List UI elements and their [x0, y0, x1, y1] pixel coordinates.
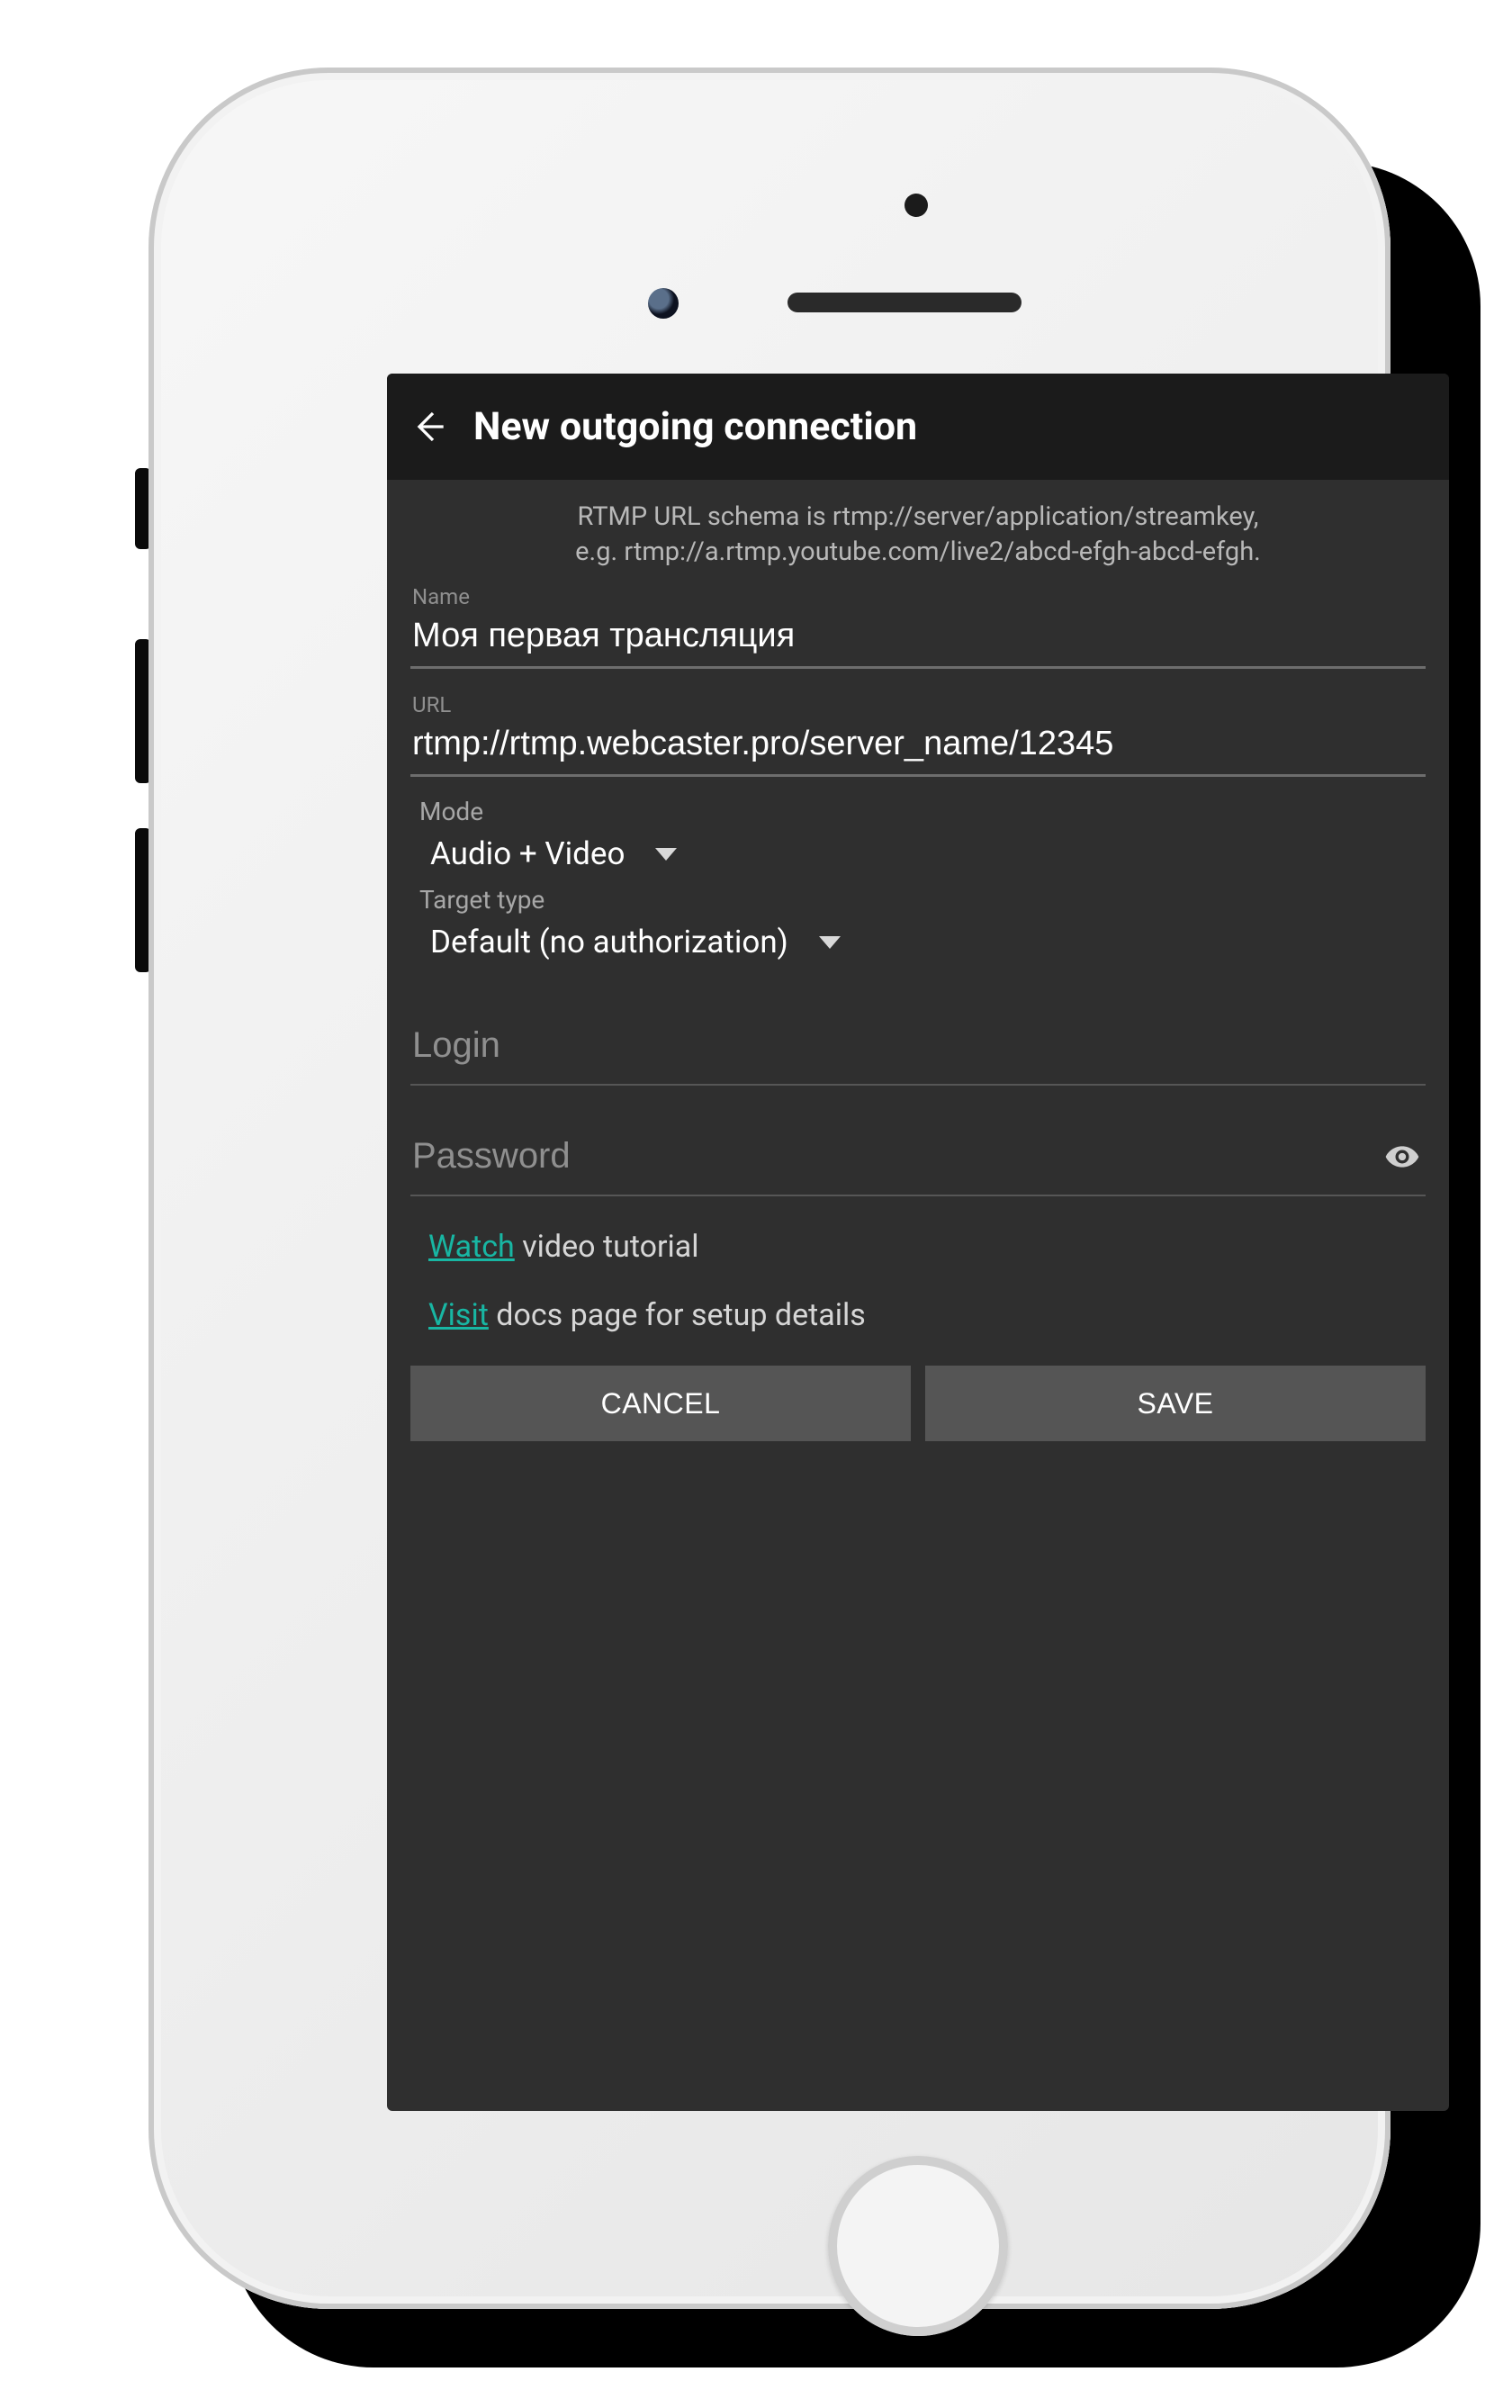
target-type-value: Default (no authorization) — [430, 924, 788, 960]
name-field: Name — [410, 584, 1426, 669]
earpiece-speaker-icon — [788, 293, 1022, 312]
password-field — [410, 1116, 1426, 1196]
url-field: URL — [410, 692, 1426, 777]
front-camera-icon — [648, 288, 679, 319]
home-button[interactable] — [828, 2156, 1008, 2336]
rtmp-hint: RTMP URL schema is rtmp://server/applica… — [410, 496, 1426, 579]
phone-frame: New outgoing connection RTMP URL schema … — [148, 68, 1390, 2309]
help-links: Watch video tutorial Visit docs page for… — [410, 1196, 1426, 1333]
watch-link[interactable]: Watch — [428, 1229, 515, 1265]
login-field — [410, 1006, 1426, 1086]
mode-select[interactable]: Mode Audio + Video — [410, 797, 1426, 879]
save-button[interactable]: SAVE — [925, 1366, 1426, 1441]
caret-down-icon — [655, 848, 677, 861]
cancel-button[interactable]: CANCEL — [410, 1366, 911, 1441]
eye-icon[interactable] — [1382, 1137, 1422, 1177]
app-screen: New outgoing connection RTMP URL schema … — [387, 374, 1449, 2111]
mode-value: Audio + Video — [430, 835, 625, 872]
visit-docs-row: Visit docs page for setup details — [428, 1297, 1418, 1333]
target-type-label: Target type — [419, 885, 1426, 915]
mode-label: Mode — [419, 797, 1426, 826]
url-label: URL — [410, 692, 1426, 717]
login-input[interactable] — [410, 1006, 1426, 1086]
visit-rest: docs page for setup details — [489, 1297, 866, 1333]
caret-down-icon — [819, 936, 841, 949]
password-input[interactable] — [410, 1116, 1426, 1196]
back-arrow-icon[interactable] — [409, 407, 448, 446]
watch-rest: video tutorial — [515, 1229, 699, 1265]
hint-line-2: e.g. rtmp://a.rtmp.youtube.com/live2/abc… — [418, 535, 1418, 570]
page-title: New outgoing connection — [473, 404, 917, 449]
appbar: New outgoing connection — [387, 374, 1449, 480]
name-input[interactable] — [410, 609, 1426, 669]
visit-link[interactable]: Visit — [428, 1297, 489, 1333]
target-type-select[interactable]: Target type Default (no authorization) — [410, 885, 1426, 968]
proximity-sensor-icon — [904, 194, 928, 217]
action-buttons: CANCEL SAVE — [410, 1366, 1426, 1441]
name-label: Name — [410, 584, 1426, 609]
url-input[interactable] — [410, 717, 1426, 777]
watch-tutorial-row: Watch video tutorial — [428, 1229, 1418, 1265]
hint-line-1: RTMP URL schema is rtmp://server/applica… — [418, 500, 1418, 535]
